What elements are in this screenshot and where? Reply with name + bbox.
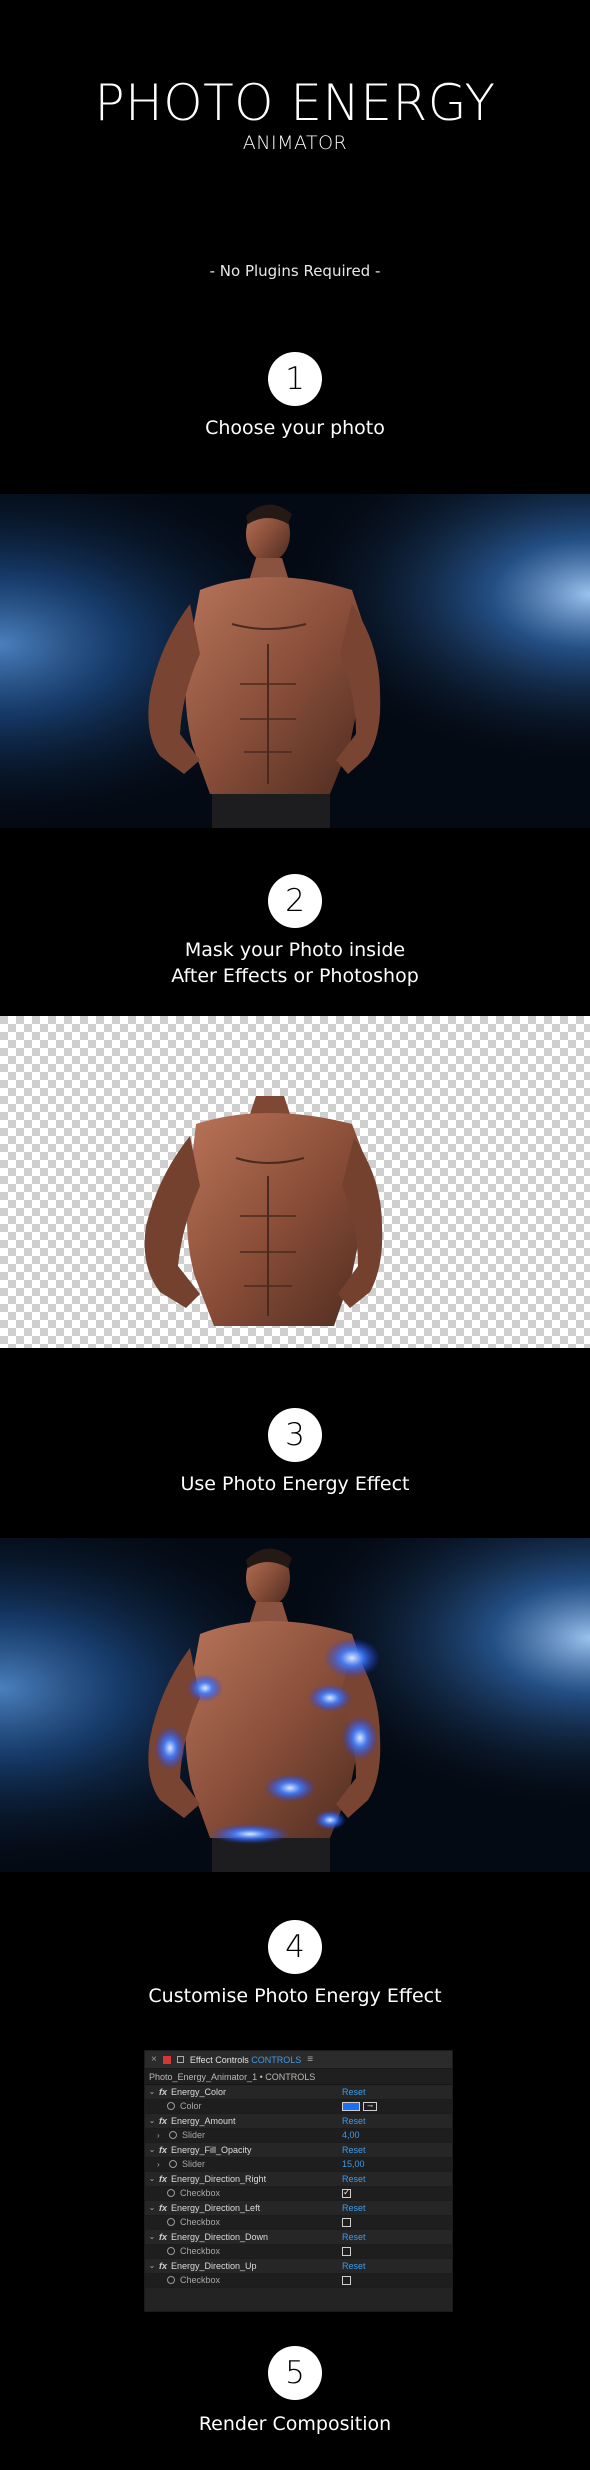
fx-icon[interactable]: fx [159, 2116, 167, 2126]
eyedropper-icon[interactable]: ⊸ [363, 2101, 377, 2111]
effect-name: Energy_Color [171, 2086, 227, 2097]
masked-photo [0, 1016, 590, 1348]
step-4-text: Customise Photo Energy Effect [148, 1985, 442, 2007]
effect-name: Energy_Direction_Left [171, 2202, 261, 2213]
param-name: Checkbox [180, 2275, 221, 2286]
close-icon[interactable]: × [151, 2054, 157, 2065]
effect-name: Energy_Fill_Opacity [171, 2144, 252, 2155]
reset-button[interactable]: Reset [342, 2116, 366, 2126]
chevron-down-icon[interactable]: ⌄ [147, 2232, 157, 2241]
step-5-number: 5 [268, 2346, 322, 2400]
reset-button[interactable]: Reset [342, 2145, 366, 2155]
param-row-color: Color ⊸ [145, 2099, 452, 2114]
chevron-right-icon[interactable]: › [157, 2160, 167, 2169]
effect-name: Energy_Direction_Down [171, 2231, 269, 2242]
page-subtitle: ANIMATOR [242, 132, 348, 154]
stopwatch-icon[interactable] [169, 2131, 177, 2140]
param-name: Checkbox [180, 2217, 221, 2228]
reset-button[interactable]: Reset [342, 2174, 366, 2184]
slider-value[interactable]: 15,00 [342, 2159, 365, 2169]
param-row-checkbox: Checkbox [145, 2244, 452, 2259]
chevron-down-icon[interactable]: ⌄ [147, 2116, 157, 2125]
step-2-text-line2: After Effects or Photoshop [171, 965, 419, 987]
fx-icon[interactable]: fx [159, 2203, 167, 2213]
masked-photo-image [0, 1016, 590, 1348]
stopwatch-icon[interactable] [167, 2218, 175, 2227]
fx-icon[interactable]: fx [159, 2145, 167, 2155]
step-5-text: Render Composition [198, 2413, 392, 2435]
param-name: Slider [182, 2159, 206, 2170]
reset-button[interactable]: Reset [342, 2203, 366, 2213]
panel-header: × Effect Controls CONTROLS ≡ [145, 2051, 452, 2069]
reset-button[interactable]: Reset [342, 2232, 366, 2242]
page-title: PHOTO ENERGY [94, 74, 496, 132]
energy-photo-image [0, 1538, 590, 1872]
chevron-down-icon[interactable]: ⌄ [147, 2174, 157, 2183]
slider-value[interactable]: 4,00 [342, 2130, 360, 2140]
fx-icon[interactable]: fx [159, 2174, 167, 2184]
fx-icon[interactable]: fx [159, 2261, 167, 2271]
effect-row-energy-amount[interactable]: ⌄ fx Energy_Amount Reset [145, 2114, 452, 2129]
chevron-down-icon[interactable]: ⌄ [147, 2203, 157, 2212]
effect-name: Energy_Direction_Right [171, 2173, 267, 2184]
param-row-checkbox: Checkbox [145, 2273, 452, 2288]
panel-layer-name: Photo_Energy_Animator_1 • CONTROLS [145, 2069, 452, 2085]
param-row-checkbox: Checkbox [145, 2215, 452, 2230]
reset-button[interactable]: Reset [342, 2261, 366, 2271]
panel-title: Effect Controls CONTROLS [189, 2054, 302, 2065]
param-row-slider: › Slider 15,00 [145, 2157, 452, 2172]
checkbox-unchecked[interactable] [342, 2275, 351, 2285]
chevron-down-icon[interactable]: ⌄ [147, 2087, 157, 2096]
effect-name: Energy_Amount [171, 2115, 236, 2126]
param-name: Slider [182, 2130, 206, 2141]
chevron-right-icon[interactable]: › [157, 2131, 167, 2140]
layer-color-icon [162, 2055, 171, 2064]
original-photo [0, 494, 590, 828]
step-1-number: 1 [268, 352, 322, 406]
reset-button[interactable]: Reset [342, 2087, 366, 2097]
original-photo-image [0, 494, 590, 828]
param-name: Checkbox [180, 2188, 221, 2199]
checkbox-checked[interactable] [342, 2187, 351, 2198]
effect-row-energy-fill-opacity[interactable]: ⌄ fx Energy_Fill_Opacity Reset [145, 2143, 452, 2158]
chevron-down-icon[interactable]: ⌄ [147, 2261, 157, 2270]
param-row-checkbox: Checkbox [145, 2186, 452, 2201]
panel-tab[interactable]: CONTROLS [251, 2055, 301, 2065]
stopwatch-icon[interactable] [167, 2276, 175, 2285]
stopwatch-icon[interactable] [169, 2160, 177, 2169]
param-name: Checkbox [180, 2246, 221, 2257]
tagline: - No Plugins Required - [209, 262, 381, 280]
effect-row-energy-direction-left[interactable]: ⌄ fx Energy_Direction_Left Reset [145, 2201, 452, 2216]
param-row-slider: › Slider 4,00 [145, 2128, 452, 2143]
effect-row-energy-direction-up[interactable]: ⌄ fx Energy_Direction_Up Reset [145, 2259, 452, 2274]
stopwatch-icon[interactable] [167, 2102, 175, 2111]
step-1-text: Choose your photo [205, 417, 385, 439]
energy-photo [0, 1538, 590, 1872]
stopwatch-icon[interactable] [167, 2247, 175, 2256]
effect-row-energy-direction-right[interactable]: ⌄ fx Energy_Direction_Right Reset [145, 2172, 452, 2187]
stopwatch-icon[interactable] [167, 2189, 175, 2198]
lock-icon[interactable] [176, 2056, 184, 2063]
param-name: Color [180, 2101, 202, 2112]
effect-row-energy-color[interactable]: ⌄ fx Energy_Color Reset [145, 2085, 452, 2100]
color-swatch[interactable] [342, 2101, 360, 2111]
panel-menu-icon[interactable]: ≡ [307, 2054, 313, 2065]
effect-row-energy-direction-down[interactable]: ⌄ fx Energy_Direction_Down Reset [145, 2230, 452, 2245]
step-3-number: 3 [268, 1408, 322, 1462]
step-2-number: 2 [268, 874, 322, 928]
chevron-down-icon[interactable]: ⌄ [147, 2145, 157, 2154]
fx-icon[interactable]: fx [159, 2087, 167, 2097]
fx-icon[interactable]: fx [159, 2232, 167, 2242]
step-3-text: Use Photo Energy Effect [180, 1473, 410, 1495]
step-4-number: 4 [268, 1920, 322, 1974]
checkbox-unchecked[interactable] [342, 2217, 351, 2227]
effect-name: Energy_Direction_Up [171, 2260, 257, 2271]
checkbox-unchecked[interactable] [342, 2246, 351, 2256]
step-2-text-line1: Mask your Photo inside [184, 939, 406, 961]
effect-controls-panel: × Effect Controls CONTROLS ≡ Photo_Energ… [144, 2050, 453, 2312]
